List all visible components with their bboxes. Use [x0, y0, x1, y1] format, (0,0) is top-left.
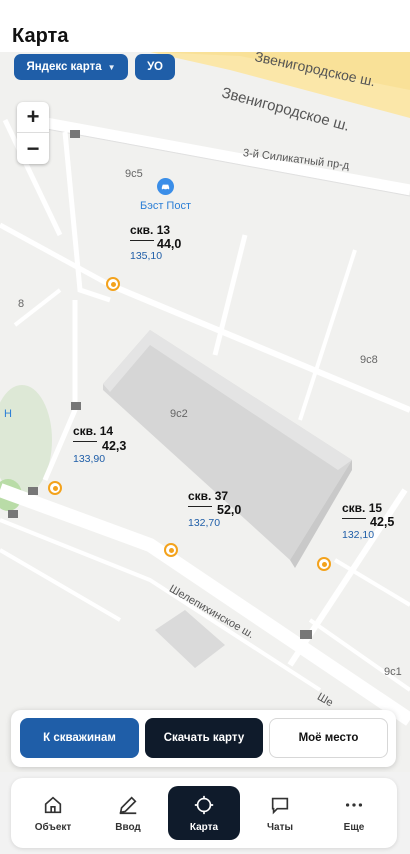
well-name: скв. 13 [130, 223, 171, 237]
nav-item-input[interactable]: Ввод [92, 786, 164, 840]
zoom-out-button[interactable]: − [17, 133, 49, 164]
bottom-nav-panel: Объект Ввод Карта Чаты Еще [11, 778, 397, 848]
page-title: Карта [12, 25, 69, 47]
layer-chip-uo[interactable]: УО [135, 54, 175, 80]
my-location-button[interactable]: Моё место [269, 718, 388, 758]
well-value: 44,0 [157, 237, 182, 251]
nav-item-object[interactable]: Объект [17, 786, 89, 840]
home-icon [44, 796, 62, 813]
well-card[interactable]: скв. 37 52,0 132,70 [188, 489, 258, 529]
nav-label: Чаты [266, 821, 294, 833]
building-label-9c1: 9с1 [384, 666, 402, 678]
nav-item-map[interactable]: Карта [168, 786, 240, 840]
to-wells-button[interactable]: К скважинам [20, 718, 139, 758]
chat-icon [271, 797, 289, 814]
nav-label: Еще [343, 821, 365, 833]
well-value: 52,0 [217, 503, 242, 517]
well-sub-value: 133,90 [73, 453, 106, 465]
building-label-9c8: 9с8 [360, 354, 378, 366]
bottom-nav: Объект Ввод Карта Чаты Еще [0, 772, 410, 854]
well-name: скв. 14 [73, 424, 114, 438]
car-service-icon[interactable] [157, 178, 174, 195]
well-sub-value: 132,70 [188, 517, 221, 529]
map-source-selector[interactable]: Яндекс карта ▼ [14, 54, 128, 80]
well-sub-value: 132,10 [342, 529, 375, 541]
map-action-bar: К скважинам Скачать карту Моё место [11, 710, 396, 767]
nav-label: Ввод [115, 821, 141, 833]
well-divider [342, 518, 366, 519]
well-divider [188, 506, 212, 507]
building-label-9c2: 9с2 [170, 408, 188, 420]
zoom-in-button[interactable]: + [17, 102, 49, 133]
nav-item-chats[interactable]: Чаты [244, 786, 316, 840]
map-view[interactable]: Звенигородское ш. Звенигородское ш. 3-й … [0, 52, 410, 772]
download-map-button[interactable]: Скачать карту [145, 718, 263, 758]
well-divider [130, 240, 154, 241]
well-marker[interactable] [164, 543, 178, 557]
well-divider [73, 441, 97, 442]
app-header: Карта [0, 0, 410, 52]
well-card[interactable]: скв. 13 44,0 135,10 [130, 223, 200, 263]
well-sub-value: 135,10 [130, 250, 163, 262]
nav-item-more[interactable]: Еще [318, 786, 390, 840]
map-source-label: Яндекс карта [26, 61, 102, 73]
zoom-control: + − [17, 102, 49, 164]
well-name: скв. 37 [188, 489, 229, 503]
pencil-icon [119, 795, 137, 814]
more-dots-icon [345, 802, 363, 807]
well-marker[interactable] [48, 481, 62, 495]
well-card[interactable]: скв. 15 42,5 132,10 [342, 501, 404, 541]
chevron-down-icon: ▼ [107, 62, 116, 72]
well-value: 42,5 [370, 515, 395, 529]
nav-label: Объект [34, 821, 72, 833]
building-label-9c5: 9с5 [125, 168, 143, 180]
well-value: 42,3 [102, 439, 127, 453]
well-marker[interactable] [317, 557, 331, 571]
well-name: скв. 15 [342, 501, 383, 515]
well-card[interactable]: скв. 14 42,3 133,90 [73, 424, 143, 465]
map-edge-label: Н [4, 408, 12, 420]
crosshair-icon [194, 795, 214, 814]
nav-label: Карта [189, 821, 219, 833]
building-label-8: 8 [18, 298, 25, 310]
poi-label[interactable]: Бэст Пост [140, 200, 191, 212]
well-marker[interactable] [106, 277, 120, 291]
